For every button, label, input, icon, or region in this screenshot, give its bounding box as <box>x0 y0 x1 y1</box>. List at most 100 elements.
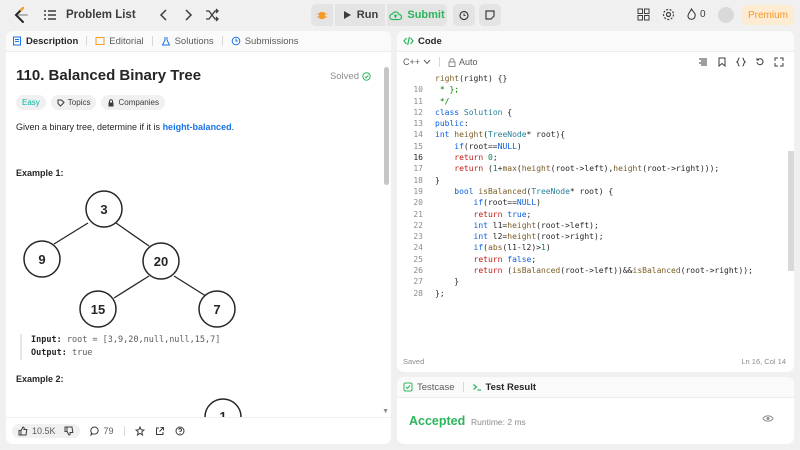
submit-button[interactable]: Submit <box>387 4 447 26</box>
timer-button[interactable] <box>453 4 475 26</box>
description-tabs: Description Editorial Solutions Submissi… <box>6 31 391 52</box>
comment-count: 79 <box>103 426 114 436</box>
description-panel: Description Editorial Solutions Submissi… <box>6 31 391 444</box>
tab-code[interactable]: Code <box>403 36 442 47</box>
tab-editorial-label: Editorial <box>109 35 144 47</box>
auto-mode-toggle[interactable]: Auto <box>448 57 478 67</box>
companies-chip[interactable]: Companies <box>101 95 165 110</box>
code-line: 13 public: <box>413 119 469 129</box>
layout-grid-icon[interactable] <box>637 8 650 21</box>
problem-description: Given a binary tree, determine if it is … <box>16 122 234 132</box>
example-1-heading: Example 1: <box>16 168 64 178</box>
fire-icon <box>687 8 696 20</box>
tab-description-label: Description <box>26 35 79 47</box>
code-editor[interactable]: right(right) {} 10 * }; 11 */ 12 class So… <box>397 73 794 299</box>
code-line: 14 int height(TreeNode* root){ <box>413 130 566 140</box>
code-line: 16 return 0; <box>413 153 498 163</box>
like-count: 10.5K <box>32 426 56 436</box>
code-line: 18} <box>413 175 440 185</box>
code-line: 27 } <box>413 277 460 287</box>
language-select[interactable]: C++ <box>403 57 431 67</box>
code-panel: Code C++ Auto right(right) {} 10 * }; 11… <box>397 31 794 372</box>
streak-counter[interactable]: 0 <box>686 8 706 20</box>
notes-button[interactable] <box>479 4 501 26</box>
cloud-upload-icon <box>389 10 403 20</box>
format-icon[interactable] <box>698 57 708 67</box>
solved-label: Solved <box>329 71 359 82</box>
problem-chips: Easy Topics Companies <box>16 95 165 110</box>
settings-gear-icon[interactable] <box>662 8 675 21</box>
help-icon[interactable] <box>175 426 185 436</box>
tab-test-result[interactable]: Test Result <box>472 381 537 393</box>
output-value: true <box>71 348 93 358</box>
user-avatar[interactable] <box>718 7 734 23</box>
tab-editorial[interactable]: Editorial <box>95 35 144 47</box>
eye-icon[interactable] <box>762 414 774 423</box>
run-button[interactable]: Run <box>335 4 385 26</box>
star-icon[interactable] <box>134 426 145 436</box>
check-circle-icon <box>362 72 371 81</box>
code-line: 24 if(abs(l1-l2)>1) <box>413 243 551 253</box>
thumbs-down-icon[interactable] <box>64 426 74 436</box>
tree-node-label: 3 <box>100 202 107 217</box>
share-icon[interactable] <box>155 426 165 436</box>
input-value: root = [3,9,20,null,null,15,7] <box>66 335 221 345</box>
code-line: 17 return (1+max(height(root->left),heig… <box>413 164 720 174</box>
code-line: 20 if(root==NULL) <box>413 198 541 208</box>
tab-description[interactable]: Description <box>12 36 78 47</box>
submit-label: Submit <box>407 9 445 21</box>
problem-list-nav[interactable]: Problem List <box>42 7 220 23</box>
note-icon <box>485 10 495 20</box>
cursor-position: Ln 16, Col 14 <box>741 357 786 366</box>
tab-divider <box>151 36 153 46</box>
tag-icon <box>57 99 65 107</box>
lock-icon <box>108 98 114 106</box>
difficulty-chip[interactable]: Easy <box>16 95 46 110</box>
tree-node-label: 15 <box>91 302 105 317</box>
alarm-clock-icon <box>459 10 469 21</box>
tree-node-label: 7 <box>213 302 220 317</box>
list-icon <box>44 10 56 20</box>
checkbox-icon <box>403 382 413 392</box>
bug-icon <box>317 12 327 19</box>
chevron-right-icon[interactable] <box>180 7 196 23</box>
example-tree-diagram: 3 9 20 15 7 <box>23 190 236 328</box>
play-icon <box>343 11 351 19</box>
comments-button[interactable]: 79 <box>89 426 114 436</box>
tab-submissions[interactable]: Submissions <box>231 36 299 47</box>
premium-button[interactable]: Premium <box>742 5 794 25</box>
code-line: 26 return (isBalanced(root->left))&&isBa… <box>413 266 753 276</box>
tab-divider <box>86 36 88 46</box>
history-icon <box>231 36 240 46</box>
tab-solutions[interactable]: Solutions <box>161 36 214 47</box>
code-line: 25 return false; <box>413 254 537 264</box>
chevron-left-icon[interactable] <box>156 7 172 23</box>
braces-icon[interactable] <box>736 57 746 67</box>
tab-test-result-label: Test Result <box>485 381 537 393</box>
code-line: 21 return true; <box>413 209 532 219</box>
code-scrollbar[interactable] <box>788 151 794 271</box>
debug-button[interactable] <box>311 4 333 26</box>
description-scrollbar[interactable] <box>384 67 389 185</box>
tab-solutions-label: Solutions <box>174 35 214 47</box>
reset-icon[interactable] <box>755 57 765 67</box>
expand-icon[interactable] <box>774 57 784 67</box>
tree-edge <box>113 275 150 299</box>
thumbs-up-icon[interactable] <box>18 426 28 436</box>
editorial-icon <box>95 37 105 45</box>
bookmark-icon[interactable] <box>717 57 727 67</box>
input-label: Input: <box>31 335 62 345</box>
code-line: 15 if(root==NULL) <box>413 141 522 151</box>
height-balanced-link[interactable]: height-balanced <box>163 122 232 132</box>
streak-count: 0 <box>700 8 706 20</box>
mode-label: Auto <box>459 57 478 67</box>
test-tabs: Testcase Test Result <box>397 377 794 398</box>
leetcode-logo-icon[interactable] <box>12 6 30 24</box>
shuffle-icon[interactable] <box>204 7 220 23</box>
tab-testcase[interactable]: Testcase <box>403 382 455 393</box>
desc-text: Given a binary tree, determine if it is <box>16 122 163 132</box>
comment-icon <box>89 426 99 436</box>
scroll-down-arrow-icon[interactable]: ▼ <box>382 408 389 415</box>
top-bar: Problem List Run Submit 0 Premium <box>0 0 800 30</box>
topics-chip[interactable]: Topics <box>50 95 97 110</box>
